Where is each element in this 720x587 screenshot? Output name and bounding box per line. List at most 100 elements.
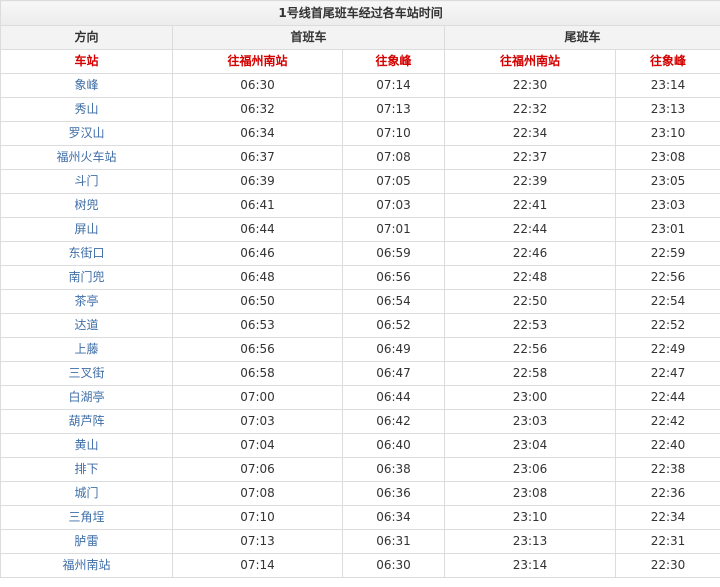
station-cell: 象峰 xyxy=(0,73,173,98)
table-row: 白湖亭 07:00 06:44 23:00 22:44 xyxy=(0,385,720,410)
first-to-xiangfeng-cell: 07:10 xyxy=(342,121,445,146)
last-to-xiangfeng-cell: 22:47 xyxy=(614,361,720,386)
first-to-xiangfeng-cell: 06:44 xyxy=(342,385,445,410)
first-to-xiangfeng-cell: 06:40 xyxy=(342,433,445,458)
last-to-fuzhou-south-cell: 23:13 xyxy=(444,529,616,554)
station-cell: 上藤 xyxy=(0,337,173,362)
table-row: 排下 07:06 06:38 23:06 22:38 xyxy=(0,457,720,482)
last-to-xiangfeng-cell: 22:40 xyxy=(614,433,720,458)
last-to-xiangfeng-cell: 22:49 xyxy=(614,337,720,362)
last-to-fuzhou-south-header: 往福州南站 xyxy=(444,49,616,74)
station-cell: 罗汉山 xyxy=(0,121,173,146)
first-to-xiangfeng-cell: 06:30 xyxy=(342,553,445,578)
station-cell: 排下 xyxy=(0,457,173,482)
first-to-xiangfeng-cell: 07:14 xyxy=(342,73,445,98)
last-to-fuzhou-south-cell: 22:30 xyxy=(444,73,616,98)
timetable-body: 象峰 06:30 07:14 22:30 23:14 秀山 06:32 07:13 22:32 2… xyxy=(0,73,720,578)
station-cell: 黄山 xyxy=(0,433,173,458)
table-row: 树兜 06:41 07:03 22:41 23:03 xyxy=(0,193,720,218)
last-to-fuzhou-south-cell: 22:56 xyxy=(444,337,616,362)
last-to-xiangfeng-header: 往象峰 xyxy=(614,49,720,74)
first-to-fuzhou-south-cell: 07:06 xyxy=(172,457,343,482)
table-row: 上藤 06:56 06:49 22:56 22:49 xyxy=(0,337,720,362)
first-to-fuzhou-south-cell: 07:13 xyxy=(172,529,343,554)
station-header: 车站 xyxy=(0,49,173,74)
direction-header: 方向 xyxy=(0,25,173,50)
first-to-fuzhou-south-cell: 06:32 xyxy=(172,97,343,122)
last-to-xiangfeng-cell: 22:31 xyxy=(614,529,720,554)
table-row: 茶亭 06:50 06:54 22:50 22:54 xyxy=(0,289,720,314)
last-to-fuzhou-south-cell: 22:32 xyxy=(444,97,616,122)
first-to-fuzhou-south-cell: 06:37 xyxy=(172,145,343,170)
last-to-fuzhou-south-cell: 22:53 xyxy=(444,313,616,338)
last-to-xiangfeng-cell: 22:36 xyxy=(614,481,720,506)
table-row: 城门 07:08 06:36 23:08 22:36 xyxy=(0,481,720,506)
last-to-fuzhou-south-cell: 22:46 xyxy=(444,241,616,266)
station-cell: 达道 xyxy=(0,313,173,338)
first-to-fuzhou-south-cell: 06:30 xyxy=(172,73,343,98)
last-to-fuzhou-south-cell: 23:14 xyxy=(444,553,616,578)
table-row: 福州南站 07:14 06:30 23:14 22:30 xyxy=(0,553,720,578)
last-to-xiangfeng-cell: 23:03 xyxy=(614,193,720,218)
last-to-xiangfeng-cell: 23:10 xyxy=(614,121,720,146)
timetable: 1号线首尾班车经过各车站时间 方向 首班车 尾班车 车站 往福州南站 往象峰 往… xyxy=(0,0,720,578)
first-to-fuzhou-south-cell: 07:14 xyxy=(172,553,343,578)
last-to-xiangfeng-cell: 22:54 xyxy=(614,289,720,314)
first-to-xiangfeng-cell: 06:42 xyxy=(342,409,445,434)
last-to-fuzhou-south-cell: 22:48 xyxy=(444,265,616,290)
first-to-fuzhou-south-cell: 06:48 xyxy=(172,265,343,290)
first-to-fuzhou-south-cell: 06:39 xyxy=(172,169,343,194)
last-to-xiangfeng-cell: 22:38 xyxy=(614,457,720,482)
station-cell: 三角埕 xyxy=(0,505,173,530)
table-row: 葫芦阵 07:03 06:42 23:03 22:42 xyxy=(0,409,720,434)
table-row: 罗汉山 06:34 07:10 22:34 23:10 xyxy=(0,121,720,146)
first-to-xiangfeng-cell: 06:49 xyxy=(342,337,445,362)
station-cell: 葫芦阵 xyxy=(0,409,173,434)
first-to-xiangfeng-cell: 07:03 xyxy=(342,193,445,218)
last-to-fuzhou-south-cell: 23:00 xyxy=(444,385,616,410)
table-row: 胪雷 07:13 06:31 23:13 22:31 xyxy=(0,529,720,554)
first-to-fuzhou-south-cell: 06:44 xyxy=(172,217,343,242)
first-to-xiangfeng-cell: 06:38 xyxy=(342,457,445,482)
first-to-fuzhou-south-cell: 07:03 xyxy=(172,409,343,434)
table-row: 三角埕 07:10 06:34 23:10 22:34 xyxy=(0,505,720,530)
last-to-fuzhou-south-cell: 22:50 xyxy=(444,289,616,314)
first-to-fuzhou-south-cell: 06:56 xyxy=(172,337,343,362)
last-to-xiangfeng-cell: 23:01 xyxy=(614,217,720,242)
first-to-xiangfeng-cell: 07:08 xyxy=(342,145,445,170)
last-to-xiangfeng-cell: 22:34 xyxy=(614,505,720,530)
first-to-xiangfeng-cell: 06:59 xyxy=(342,241,445,266)
station-cell: 福州火车站 xyxy=(0,145,173,170)
first-to-xiangfeng-cell: 06:36 xyxy=(342,481,445,506)
last-to-fuzhou-south-cell: 23:10 xyxy=(444,505,616,530)
table-row: 黄山 07:04 06:40 23:04 22:40 xyxy=(0,433,720,458)
station-cell: 南门兜 xyxy=(0,265,173,290)
first-to-xiangfeng-cell: 07:13 xyxy=(342,97,445,122)
station-cell: 胪雷 xyxy=(0,529,173,554)
last-to-xiangfeng-cell: 22:59 xyxy=(614,241,720,266)
last-to-fuzhou-south-cell: 22:34 xyxy=(444,121,616,146)
first-to-xiangfeng-cell: 07:01 xyxy=(342,217,445,242)
station-cell: 东街口 xyxy=(0,241,173,266)
table-title: 1号线首尾班车经过各车站时间 xyxy=(0,0,720,26)
first-to-xiangfeng-cell: 07:05 xyxy=(342,169,445,194)
first-to-fuzhou-south-cell: 07:00 xyxy=(172,385,343,410)
last-to-fuzhou-south-cell: 23:08 xyxy=(444,481,616,506)
station-cell: 树兜 xyxy=(0,193,173,218)
station-cell: 白湖亭 xyxy=(0,385,173,410)
table-row: 三叉街 06:58 06:47 22:58 22:47 xyxy=(0,361,720,386)
table-row: 屏山 06:44 07:01 22:44 23:01 xyxy=(0,217,720,242)
first-to-xiangfeng-cell: 06:34 xyxy=(342,505,445,530)
last-to-xiangfeng-cell: 23:05 xyxy=(614,169,720,194)
first-to-xiangfeng-cell: 06:54 xyxy=(342,289,445,314)
first-to-xiangfeng-cell: 06:31 xyxy=(342,529,445,554)
station-cell: 三叉街 xyxy=(0,361,173,386)
last-to-xiangfeng-cell: 22:52 xyxy=(614,313,720,338)
table-row: 象峰 06:30 07:14 22:30 23:14 xyxy=(0,73,720,98)
first-to-fuzhou-south-cell: 06:34 xyxy=(172,121,343,146)
first-to-fuzhou-south-cell: 07:04 xyxy=(172,433,343,458)
first-to-fuzhou-south-cell: 06:50 xyxy=(172,289,343,314)
last-to-xiangfeng-cell: 23:14 xyxy=(614,73,720,98)
last-to-fuzhou-south-cell: 23:04 xyxy=(444,433,616,458)
last-to-fuzhou-south-cell: 22:39 xyxy=(444,169,616,194)
